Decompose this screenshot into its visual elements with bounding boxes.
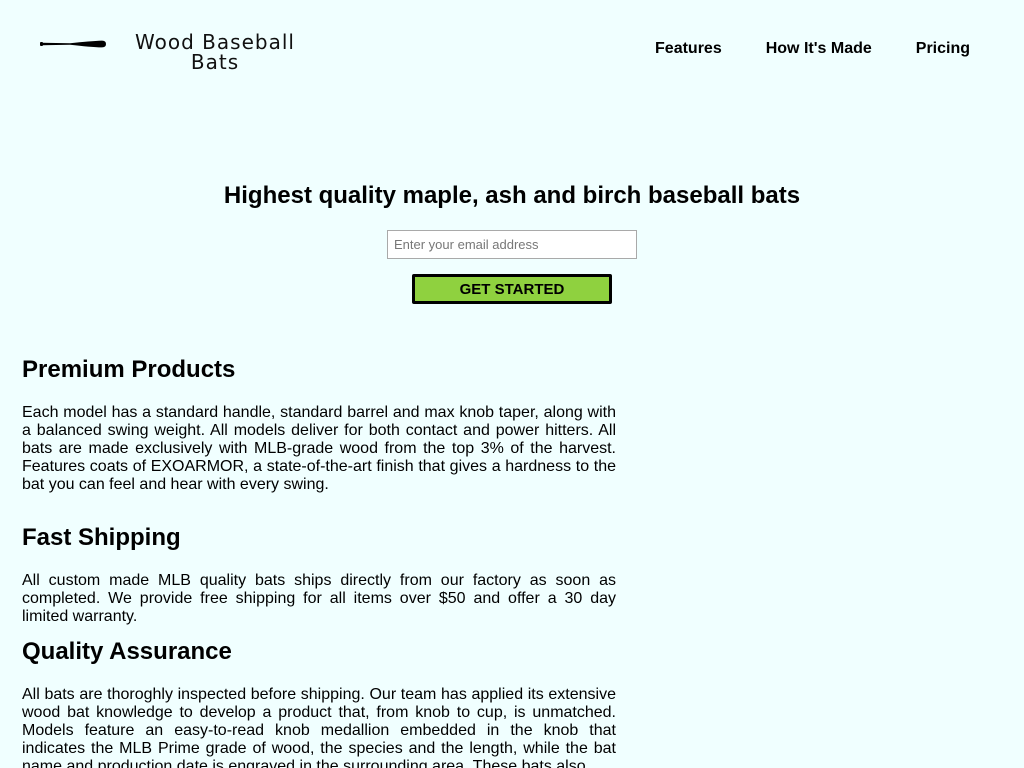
- feature-premium-products: Premium Products Each model has a standa…: [22, 354, 616, 494]
- feature-fast-shipping: Fast Shipping All custom made MLB qualit…: [22, 522, 616, 626]
- main-nav: Features How It's Made Pricing: [655, 40, 970, 58]
- feature-title: Fast Shipping: [22, 524, 181, 551]
- page: Wood Baseball Bats Features How It's Mad…: [0, 0, 1024, 768]
- feature-body: All custom made MLB quality bats ships d…: [22, 572, 616, 625]
- logo-text: Wood Baseball Bats: [135, 30, 295, 74]
- hero-title: Highest quality maple, ash and birch bas…: [223, 182, 801, 209]
- feature-quality-assurance: Quality Assurance All bats are thoroghly…: [22, 636, 616, 768]
- email-input[interactable]: [387, 230, 637, 259]
- feature-body: Each model has a standard handle, standa…: [22, 404, 616, 493]
- site-header: Wood Baseball Bats Features How It's Mad…: [0, 0, 1024, 100]
- hero: Highest quality maple, ash and birch bas…: [0, 180, 1024, 304]
- baseball-bat-icon: [40, 40, 106, 48]
- nav-link-features[interactable]: Features: [655, 40, 722, 58]
- feature-title: Quality Assurance: [22, 638, 232, 665]
- feature-body: All bats are thoroghly inspected before …: [22, 686, 616, 768]
- nav-link-pricing[interactable]: Pricing: [916, 40, 970, 58]
- nav-link-how-its-made[interactable]: How It's Made: [766, 40, 872, 58]
- get-started-button[interactable]: GET STARTED: [412, 274, 612, 304]
- feature-title: Premium Products: [22, 356, 236, 383]
